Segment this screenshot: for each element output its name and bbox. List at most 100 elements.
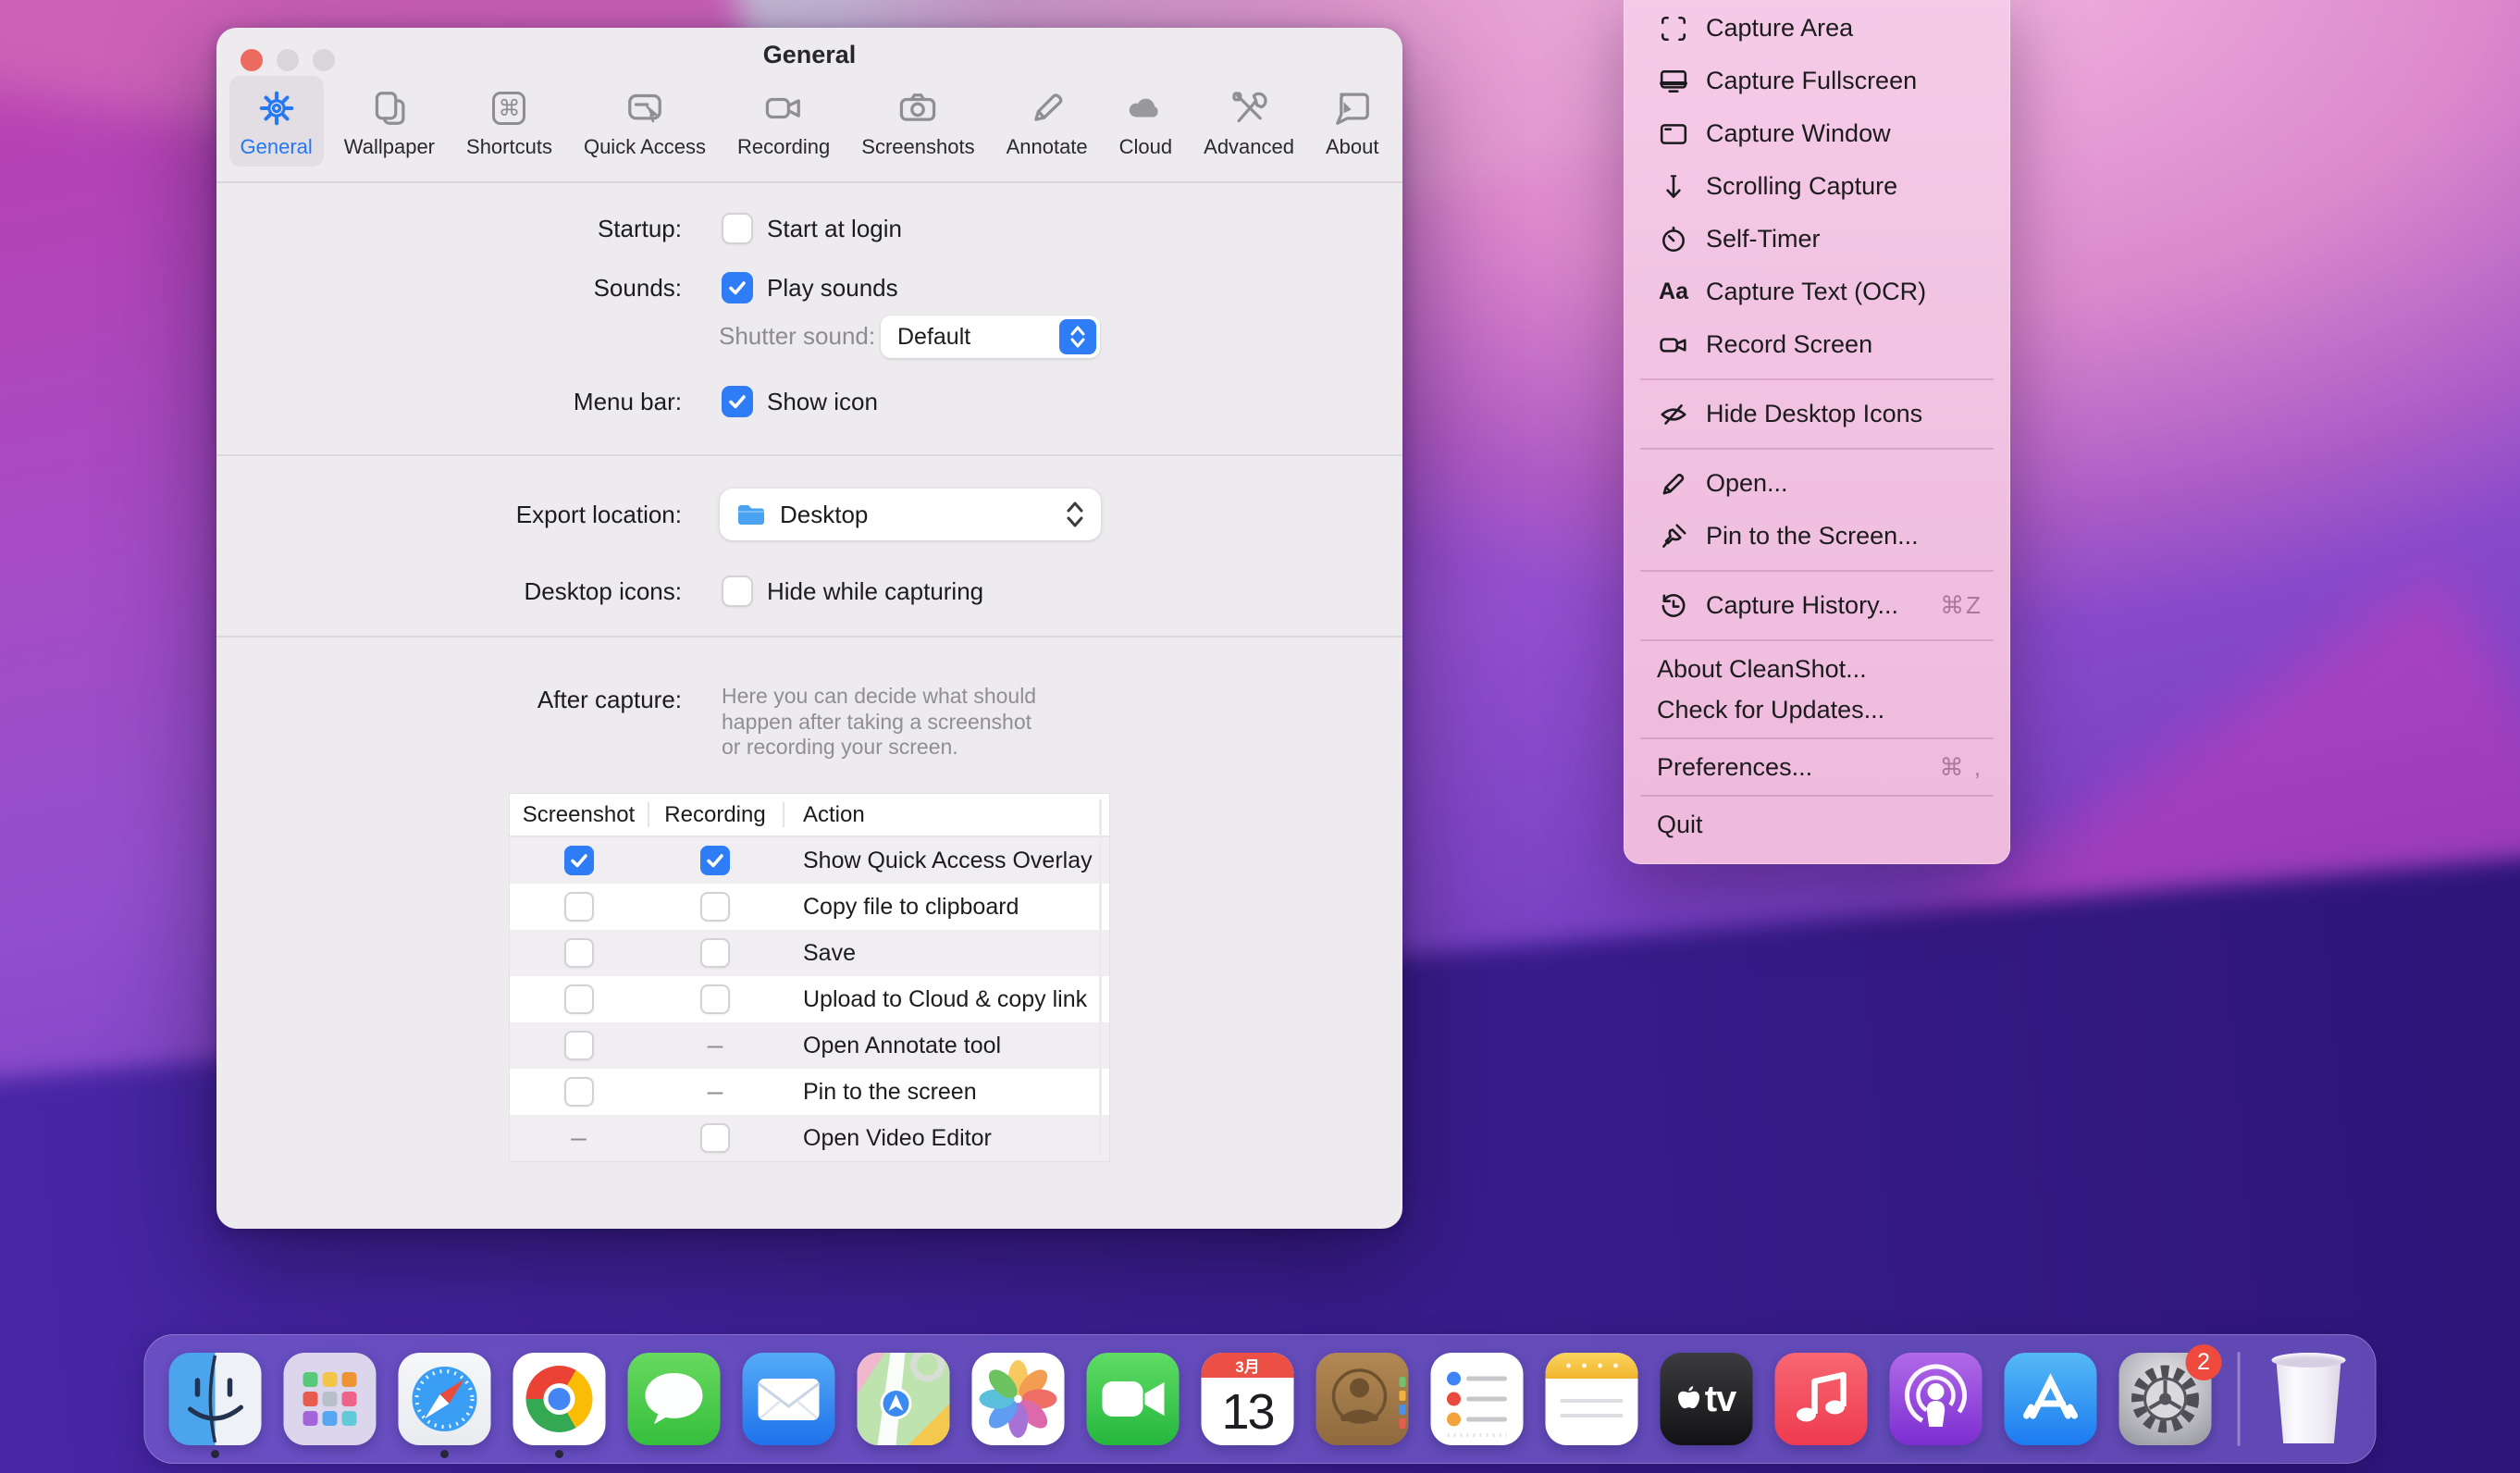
recording-checkbox[interactable] (700, 984, 730, 1014)
screenshot-checkbox[interactable] (564, 938, 594, 968)
table-row[interactable]: – Open Annotate tool (510, 1022, 1109, 1069)
table-row[interactable]: – Open Video Editor (510, 1115, 1109, 1161)
tab-shortcuts[interactable]: ⌘ Shortcuts (455, 76, 563, 167)
tab-about[interactable]: About (1315, 76, 1390, 167)
titlebar[interactable]: General (216, 28, 1402, 81)
recording-checkbox[interactable] (700, 938, 730, 968)
checkbox-label: Hide while capturing (767, 577, 983, 606)
chrome-icon[interactable] (513, 1353, 606, 1445)
menu-separator (1640, 639, 1994, 641)
podcasts-icon[interactable] (1890, 1353, 1983, 1445)
tab-screenshots[interactable]: Screenshots (850, 76, 985, 167)
menu-item-label: Quit (1657, 811, 1703, 839)
system-preferences-icon[interactable]: 2 (2119, 1353, 2212, 1445)
messages-icon[interactable] (628, 1353, 721, 1445)
app-store-icon[interactable] (2005, 1353, 2097, 1445)
scrollbar-track[interactable] (1099, 799, 1102, 1156)
menu-item-capture-fullscreen[interactable]: Capture Fullscreen (1624, 55, 2010, 107)
menu-item-preferences[interactable]: Preferences... ⌘ , (1624, 747, 2010, 787)
tab-label: Cloud (1119, 135, 1172, 159)
menu-item-check-for-updates[interactable]: Check for Updates... (1624, 689, 2010, 730)
shutter-sound-select[interactable]: Default (881, 316, 1100, 358)
checkbox-label: Start at login (767, 215, 902, 243)
screenshot-checkbox[interactable] (564, 1077, 594, 1107)
recording-checkbox[interactable] (700, 846, 730, 875)
table-row[interactable]: Show Quick Access Overlay (510, 837, 1109, 884)
camera-icon (896, 85, 939, 131)
window-icon (1657, 119, 1690, 149)
screenshot-checkbox[interactable] (564, 892, 594, 922)
recording-checkbox[interactable] (700, 892, 730, 922)
reminders-icon[interactable] (1431, 1353, 1524, 1445)
screenshot-checkbox[interactable] (564, 846, 594, 875)
folder-icon (735, 501, 767, 528)
screenshot-checkbox[interactable] (564, 1031, 594, 1060)
menu-item-capture-text-ocr[interactable]: Aa Capture Text (OCR) (1624, 266, 2010, 318)
divider (648, 802, 649, 827)
menu-item-capture-window[interactable]: Capture Window (1624, 107, 2010, 160)
table-row[interactable]: Save (510, 930, 1109, 976)
menu-item-label: Scrolling Capture (1706, 172, 1897, 201)
menu-item-open[interactable]: Open... (1624, 457, 2010, 510)
menu-item-pin-to-screen[interactable]: Pin to the Screen... (1624, 510, 2010, 563)
mail-icon[interactable] (743, 1353, 835, 1445)
launchpad-icon[interactable] (284, 1353, 377, 1445)
tab-wallpaper[interactable]: Wallpaper (333, 76, 446, 167)
tab-label: Advanced (1204, 135, 1294, 159)
close-button[interactable] (241, 49, 263, 71)
menu-item-capture-area[interactable]: Capture Area (1624, 2, 2010, 55)
menu-item-label: Open... (1706, 469, 1788, 498)
notes-icon[interactable] (1546, 1353, 1638, 1445)
menu-bar-label: Menu bar: (216, 380, 682, 423)
eye-slash-icon (1657, 400, 1690, 429)
finder-icon[interactable] (169, 1353, 262, 1445)
wallpaper-icon (368, 85, 411, 131)
trash-icon[interactable] (2267, 1353, 2352, 1445)
play-sounds-checkbox[interactable] (722, 272, 753, 303)
menu-item-hide-desktop-icons[interactable]: Hide Desktop Icons (1624, 388, 2010, 440)
action-label: Copy file to clipboard (783, 894, 1019, 921)
apple-tv-icon[interactable]: tv (1661, 1353, 1753, 1445)
recording-checkbox[interactable] (700, 1123, 730, 1153)
photos-icon[interactable] (972, 1353, 1065, 1445)
tab-quick-access[interactable]: Quick Access (573, 76, 717, 167)
after-capture-row: After capture: Here you can decide what … (216, 678, 1402, 808)
table-row[interactable]: Copy file to clipboard (510, 884, 1109, 930)
tab-annotate[interactable]: Annotate (995, 76, 1099, 167)
dock-separator (2238, 1352, 2241, 1446)
menu-item-capture-history[interactable]: Capture History... ⌘Z (1624, 579, 2010, 632)
table-row[interactable]: Upload to Cloud & copy link (510, 976, 1109, 1022)
screenshot-checkbox[interactable] (564, 984, 594, 1014)
music-icon[interactable] (1775, 1353, 1868, 1445)
tab-advanced[interactable]: Advanced (1192, 76, 1305, 167)
checkbox-label: Show icon (767, 388, 878, 416)
menu-item-record-screen[interactable]: Record Screen (1624, 318, 2010, 371)
facetime-icon[interactable] (1087, 1353, 1180, 1445)
minimize-button[interactable] (277, 49, 299, 71)
table-header: Screenshot Recording Action (510, 794, 1109, 837)
calendar-icon[interactable]: 3月 13 (1202, 1353, 1294, 1445)
menu-item-about-cleanshot[interactable]: About CleanShot... (1624, 649, 2010, 689)
tools-icon (1228, 85, 1270, 131)
zoom-button[interactable] (313, 49, 335, 71)
safari-icon[interactable] (399, 1353, 491, 1445)
tab-recording[interactable]: Recording (726, 76, 841, 167)
tab-general[interactable]: General (229, 76, 324, 167)
show-icon-checkbox[interactable] (722, 386, 753, 417)
calendar-month: 3月 (1202, 1353, 1294, 1378)
start-at-login-checkbox[interactable] (722, 213, 753, 244)
screenshot-dash: – (564, 1123, 594, 1153)
menu-item-scrolling-capture[interactable]: Scrolling Capture (1624, 160, 2010, 213)
menu-item-self-timer[interactable]: Self-Timer (1624, 213, 2010, 266)
table-row[interactable]: – Pin to the screen (510, 1069, 1109, 1115)
contacts-icon[interactable] (1316, 1353, 1409, 1445)
menu-item-quit[interactable]: Quit (1624, 804, 2010, 845)
tab-cloud[interactable]: Cloud (1108, 76, 1183, 167)
tab-label: About (1326, 135, 1379, 159)
menu-item-label: Preferences... (1657, 753, 1812, 782)
hide-while-capturing-checkbox[interactable] (722, 576, 753, 607)
maps-icon[interactable] (858, 1353, 950, 1445)
export-location-select[interactable]: Desktop (720, 489, 1101, 540)
pin-icon (1657, 522, 1690, 551)
export-location-label: Export location: (216, 489, 682, 540)
